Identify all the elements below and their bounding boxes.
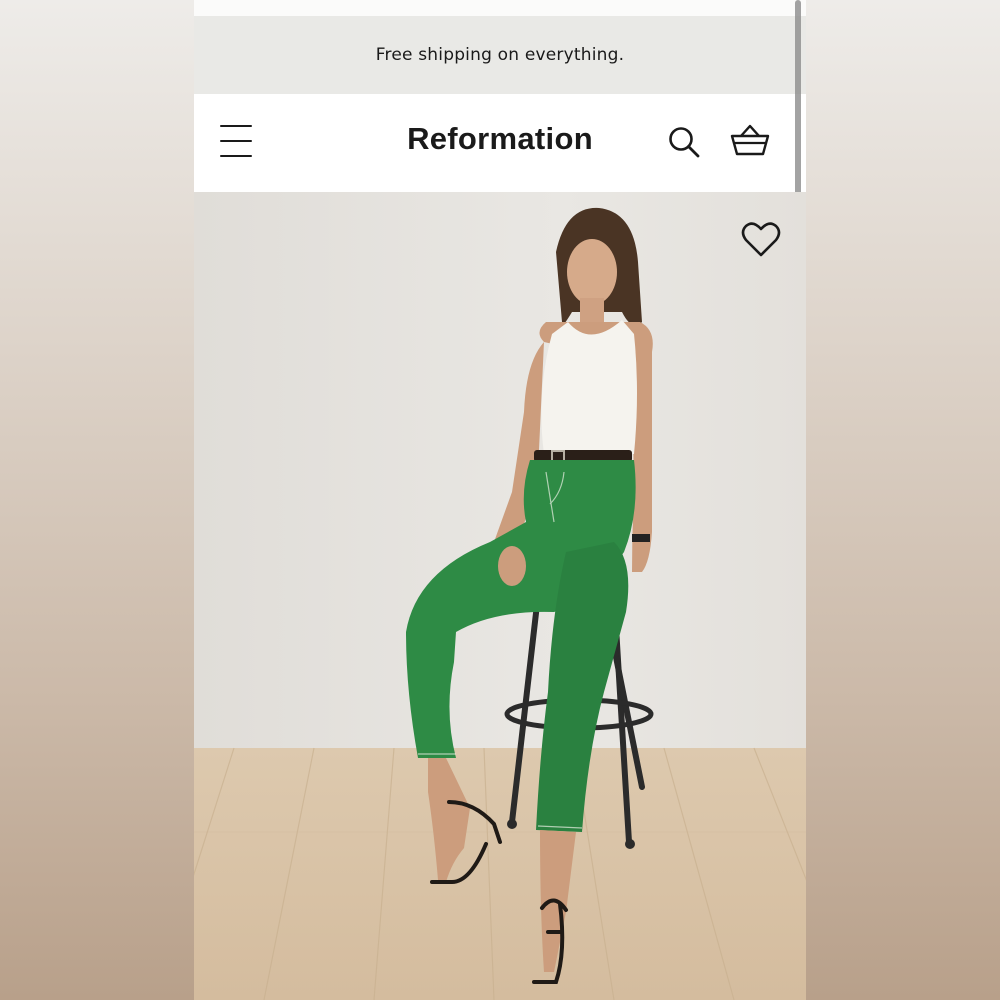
heart-icon[interactable] <box>739 220 783 260</box>
search-icon[interactable] <box>666 124 702 160</box>
brand-logo[interactable]: Reformation <box>194 121 806 157</box>
mobile-screen: Free shipping on everything. Reformation <box>194 0 806 1000</box>
product-image[interactable] <box>194 192 806 1000</box>
scrollbar[interactable] <box>795 0 801 208</box>
promo-banner[interactable]: Free shipping on everything. <box>194 16 806 94</box>
status-bar-area <box>194 0 806 16</box>
site-header: Reformation <box>194 94 806 192</box>
model-photo <box>194 192 806 1000</box>
basket-icon[interactable] <box>729 122 771 158</box>
promo-text: Free shipping on everything. <box>375 45 625 65</box>
